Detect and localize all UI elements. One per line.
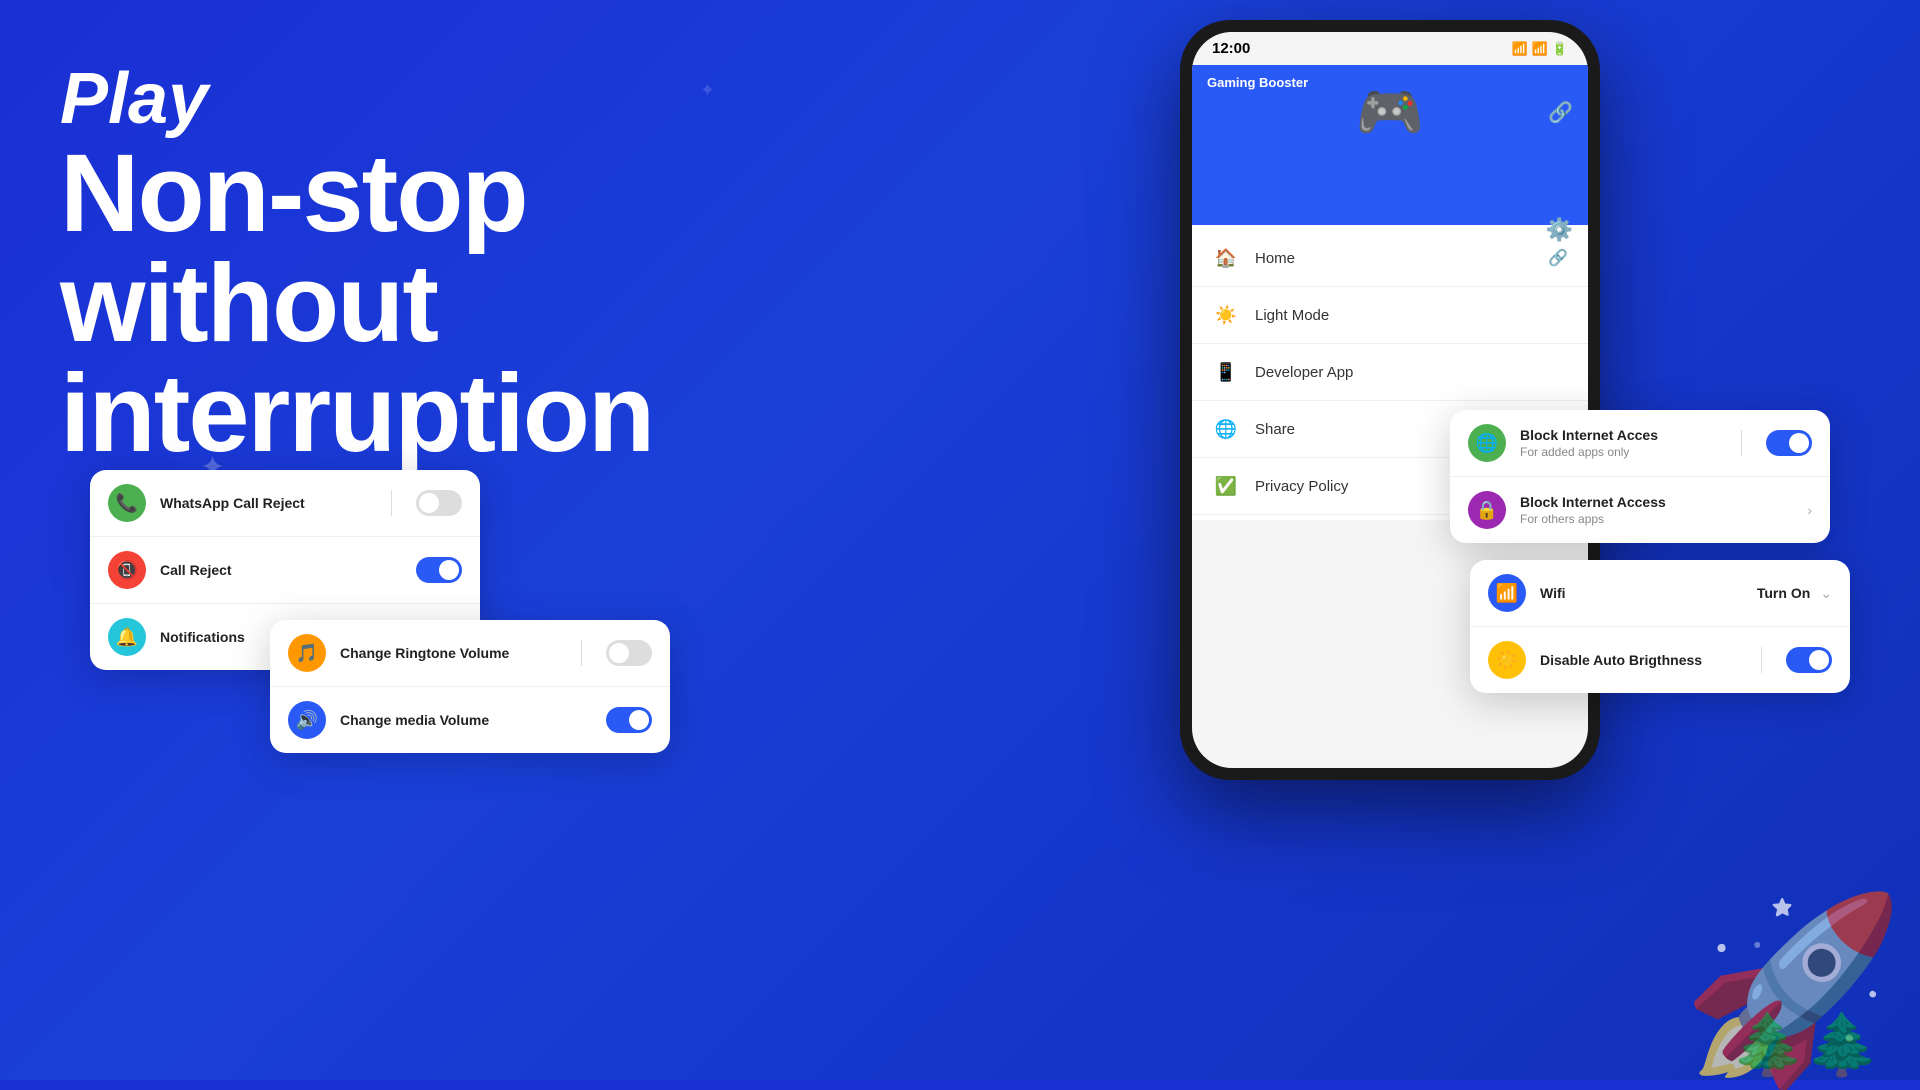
app-name: Gaming Booster (1207, 75, 1308, 90)
card-internet: 🌐 Block Internet Acces For added apps on… (1450, 410, 1830, 543)
status-bar: 12:00 📶 📶 🔋 (1192, 32, 1588, 65)
toggle-thumb-4 (629, 710, 649, 730)
whatsapp-toggle[interactable] (416, 490, 462, 516)
block-internet-text: Block Internet Acces For added apps only (1520, 427, 1727, 459)
menu-item-home[interactable]: 🏠 Home 🔗 (1192, 230, 1588, 287)
ringtone-icon: 🎵 (288, 634, 326, 672)
separator-3 (1741, 430, 1742, 456)
wifi-chevron-icon: ⌄ (1820, 585, 1832, 602)
privacy-label: Privacy Policy (1255, 478, 1348, 495)
whatsapp-text: WhatsApp Call Reject (160, 495, 377, 511)
media-text: Change media Volume (340, 712, 592, 728)
notifications-icon: 🔔 (108, 618, 146, 656)
wifi-turn-on-label: Turn On (1757, 585, 1810, 601)
call-reject-toggle[interactable] (416, 557, 462, 583)
lightmode-icon: ☀️ (1212, 301, 1240, 329)
battery-icon: 🔋 (1552, 41, 1568, 57)
toggle-thumb-2 (439, 560, 459, 580)
toggle-thumb-1 (419, 493, 439, 513)
call-reject-icon: 📵 (108, 551, 146, 589)
whatsapp-icon: 📞 (108, 484, 146, 522)
toggle-thumb-3 (609, 643, 629, 663)
scenery-decoration: 🌲🌲 (1731, 1009, 1880, 1080)
block-others-subtitle: For others apps (1520, 512, 1793, 526)
block-others-label: Block Internet Access (1520, 494, 1793, 510)
developer-label: Developer App (1255, 364, 1353, 381)
block-internet-label: Block Internet Acces (1520, 427, 1727, 443)
arrow-icon: › (1807, 502, 1812, 518)
call-reject-text: Call Reject (160, 562, 402, 578)
whatsapp-label: WhatsApp Call Reject (160, 495, 377, 511)
ringtone-toggle[interactable] (606, 640, 652, 666)
wifi-text: Wifi (1540, 585, 1743, 601)
separator-2 (581, 640, 582, 666)
privacy-icon: ✅ (1212, 472, 1240, 500)
share-action-icon[interactable]: 🔗 (1548, 248, 1568, 268)
media-toggle[interactable] (606, 707, 652, 733)
app-header: Gaming Booster 🎮 🔗 (1192, 65, 1588, 225)
brightness-label: Disable Auto Brigthness (1540, 652, 1747, 668)
home-icon: 🏠 (1212, 244, 1240, 272)
call-reject-label: Call Reject (160, 562, 402, 578)
block-others-row: 🔒 Block Internet Access For others apps … (1450, 477, 1830, 543)
card-volume: 🎵 Change Ringtone Volume 🔊 Change media … (270, 620, 670, 753)
developer-icon: 📱 (1212, 358, 1240, 386)
share-icon-header[interactable]: 🔗 (1548, 100, 1573, 125)
media-label: Change media Volume (340, 712, 592, 728)
block-others-icon: 🔒 (1468, 491, 1506, 529)
toggle-thumb-6 (1809, 650, 1829, 670)
settings-gear-icon[interactable]: ⚙️ (1546, 217, 1573, 243)
card-wifi: 📶 Wifi Turn On ⌄ ☀️ Disable Auto Brigthn… (1470, 560, 1850, 693)
call-reject-row: 📵 Call Reject (90, 537, 480, 604)
main-title-line3: interruption (60, 359, 653, 469)
wifi-action-dropdown[interactable]: Turn On ⌄ (1757, 585, 1832, 602)
status-icons: 📶 📶 🔋 (1511, 41, 1568, 57)
separator-1 (391, 490, 392, 516)
wifi-label: Wifi (1540, 585, 1743, 601)
media-icon: 🔊 (288, 701, 326, 739)
block-internet-icon: 🌐 (1468, 424, 1506, 462)
star-deco-3: ✦ (700, 80, 715, 101)
ringtone-row: 🎵 Change Ringtone Volume (270, 620, 670, 687)
main-title-line2: without (60, 249, 653, 359)
brightness-row: ☀️ Disable Auto Brigthness (1470, 627, 1850, 693)
play-label: Play (60, 60, 653, 139)
game-controller-icon: 🎮 (1356, 80, 1424, 145)
ringtone-label: Change Ringtone Volume (340, 645, 567, 661)
time-display: 12:00 (1212, 40, 1250, 57)
signal-icon: 📶 (1532, 41, 1548, 57)
wifi-icon: 📶 (1488, 574, 1526, 612)
menu-item-developer[interactable]: 📱 Developer App (1192, 344, 1588, 401)
brightness-icon: ☀️ (1488, 641, 1526, 679)
brightness-text: Disable Auto Brigthness (1540, 652, 1747, 668)
block-others-text: Block Internet Access For others apps (1520, 494, 1793, 526)
share-menu-icon: 🌐 (1212, 415, 1240, 443)
hero-section: Play Non-stop without interruption (60, 60, 653, 469)
media-volume-row: 🔊 Change media Volume (270, 687, 670, 753)
wifi-row[interactable]: 📶 Wifi Turn On ⌄ (1470, 560, 1850, 627)
wifi-status-icon: 📶 (1511, 41, 1527, 57)
brightness-toggle[interactable] (1786, 647, 1832, 673)
toggle-thumb-5 (1789, 433, 1809, 453)
whatsapp-call-reject-row: 📞 WhatsApp Call Reject (90, 470, 480, 537)
lightmode-label: Light Mode (1255, 307, 1329, 324)
home-label: Home (1255, 250, 1295, 267)
block-internet-toggle[interactable] (1766, 430, 1812, 456)
block-internet-row: 🌐 Block Internet Acces For added apps on… (1450, 410, 1830, 477)
ringtone-text: Change Ringtone Volume (340, 645, 567, 661)
separator-4 (1761, 647, 1762, 673)
main-title-line1: Non-stop (60, 139, 653, 249)
menu-item-lightmode[interactable]: ☀️ Light Mode (1192, 287, 1588, 344)
share-label: Share (1255, 421, 1295, 438)
block-internet-subtitle: For added apps only (1520, 445, 1727, 459)
